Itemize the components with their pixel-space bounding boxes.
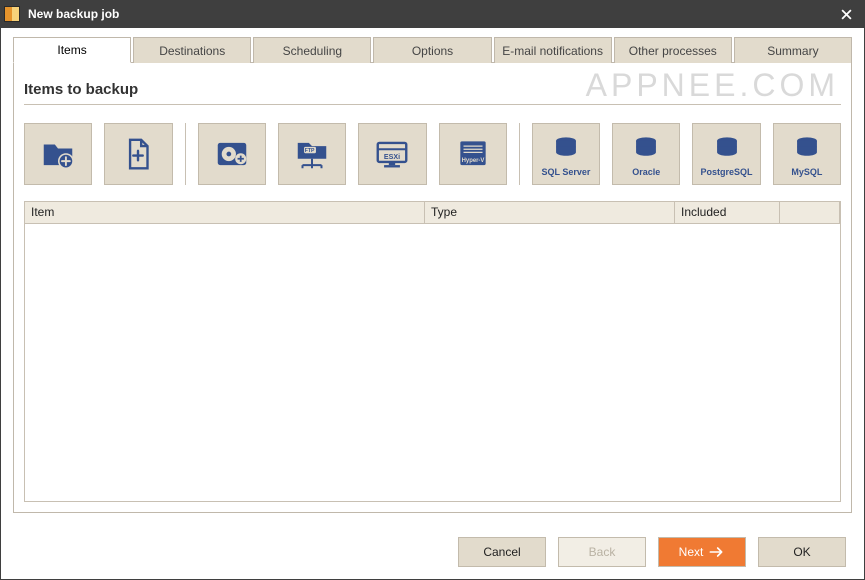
hyperv-icon: Hyper-V	[454, 135, 492, 173]
close-icon	[841, 9, 852, 20]
column-item[interactable]: Item	[25, 202, 425, 224]
arrow-right-icon	[709, 546, 725, 558]
svg-text:FTP: FTP	[305, 148, 315, 154]
source-label: SQL Server	[542, 167, 591, 177]
file-plus-icon	[119, 135, 157, 173]
column-included[interactable]: Included	[675, 202, 780, 224]
tab-label: Other processes	[629, 44, 717, 58]
svg-text:Hyper-V: Hyper-V	[461, 158, 484, 164]
tab-label: Scheduling	[283, 44, 342, 58]
add-folder-button[interactable]	[24, 123, 92, 185]
tab-destinations[interactable]: Destinations	[133, 37, 251, 63]
tab-other-processes[interactable]: Other processes	[614, 37, 732, 63]
tab-options[interactable]: Options	[373, 37, 491, 63]
items-grid: Item Type Included	[24, 201, 841, 502]
next-button[interactable]: Next	[658, 537, 746, 567]
titlebar: New backup job	[0, 0, 865, 28]
column-spacer	[780, 202, 840, 224]
database-icon	[710, 131, 744, 165]
hyperv-button[interactable]: Hyper-V	[439, 123, 507, 185]
tab-items[interactable]: Items	[13, 37, 131, 63]
back-button: Back	[558, 537, 646, 567]
tab-email-notifications[interactable]: E-mail notifications	[494, 37, 612, 63]
sqlserver-button[interactable]: SQL Server	[532, 123, 600, 185]
mysql-button[interactable]: MySQL	[773, 123, 841, 185]
database-icon	[549, 131, 583, 165]
grid-body[interactable]	[25, 224, 840, 501]
tab-label: Summary	[767, 44, 818, 58]
group-divider	[519, 123, 520, 185]
button-label: Cancel	[483, 545, 520, 559]
column-type[interactable]: Type	[425, 202, 675, 224]
tab-label: Options	[412, 44, 453, 58]
svg-text:ESXi: ESXi	[384, 153, 400, 161]
tab-strip: Items Destinations Scheduling Options E-…	[13, 36, 852, 63]
add-file-button[interactable]	[104, 123, 172, 185]
source-label: Oracle	[632, 167, 660, 177]
source-label: MySQL	[791, 167, 822, 177]
tab-label: Destinations	[159, 44, 225, 58]
app-icon	[4, 6, 20, 22]
folder-plus-icon	[39, 135, 77, 173]
grid-header: Item Type Included	[25, 202, 840, 224]
disk-image-icon	[213, 135, 251, 173]
cancel-button[interactable]: Cancel	[458, 537, 546, 567]
source-label: PostgreSQL	[701, 167, 753, 177]
ok-button[interactable]: OK	[758, 537, 846, 567]
ftp-button[interactable]: FTP	[278, 123, 346, 185]
database-icon	[629, 131, 663, 165]
tab-content: APPNEE.COM Items to backup	[13, 63, 852, 513]
tab-scheduling[interactable]: Scheduling	[253, 37, 371, 63]
tab-label: Items	[57, 43, 86, 57]
button-label: Next	[679, 545, 704, 559]
button-label: OK	[793, 545, 810, 559]
tab-label: E-mail notifications	[502, 44, 603, 58]
source-button-row: FTP ESXi Hyper-V	[24, 123, 841, 185]
window-title: New backup job	[28, 7, 833, 21]
ftp-icon: FTP	[293, 135, 331, 173]
group-divider	[185, 123, 186, 185]
disk-image-button[interactable]	[198, 123, 266, 185]
close-button[interactable]	[833, 3, 859, 25]
postgresql-button[interactable]: PostgreSQL	[692, 123, 760, 185]
footer-bar: Cancel Back Next OK	[1, 525, 864, 579]
tabs-container: Items Destinations Scheduling Options E-…	[1, 28, 864, 63]
button-label: Back	[589, 545, 616, 559]
esxi-button[interactable]: ESXi	[358, 123, 426, 185]
esxi-icon: ESXi	[373, 135, 411, 173]
tab-summary[interactable]: Summary	[734, 37, 852, 63]
section-title: Items to backup	[24, 81, 841, 105]
oracle-button[interactable]: Oracle	[612, 123, 680, 185]
window-frame: Items Destinations Scheduling Options E-…	[0, 28, 865, 580]
database-icon	[790, 131, 824, 165]
